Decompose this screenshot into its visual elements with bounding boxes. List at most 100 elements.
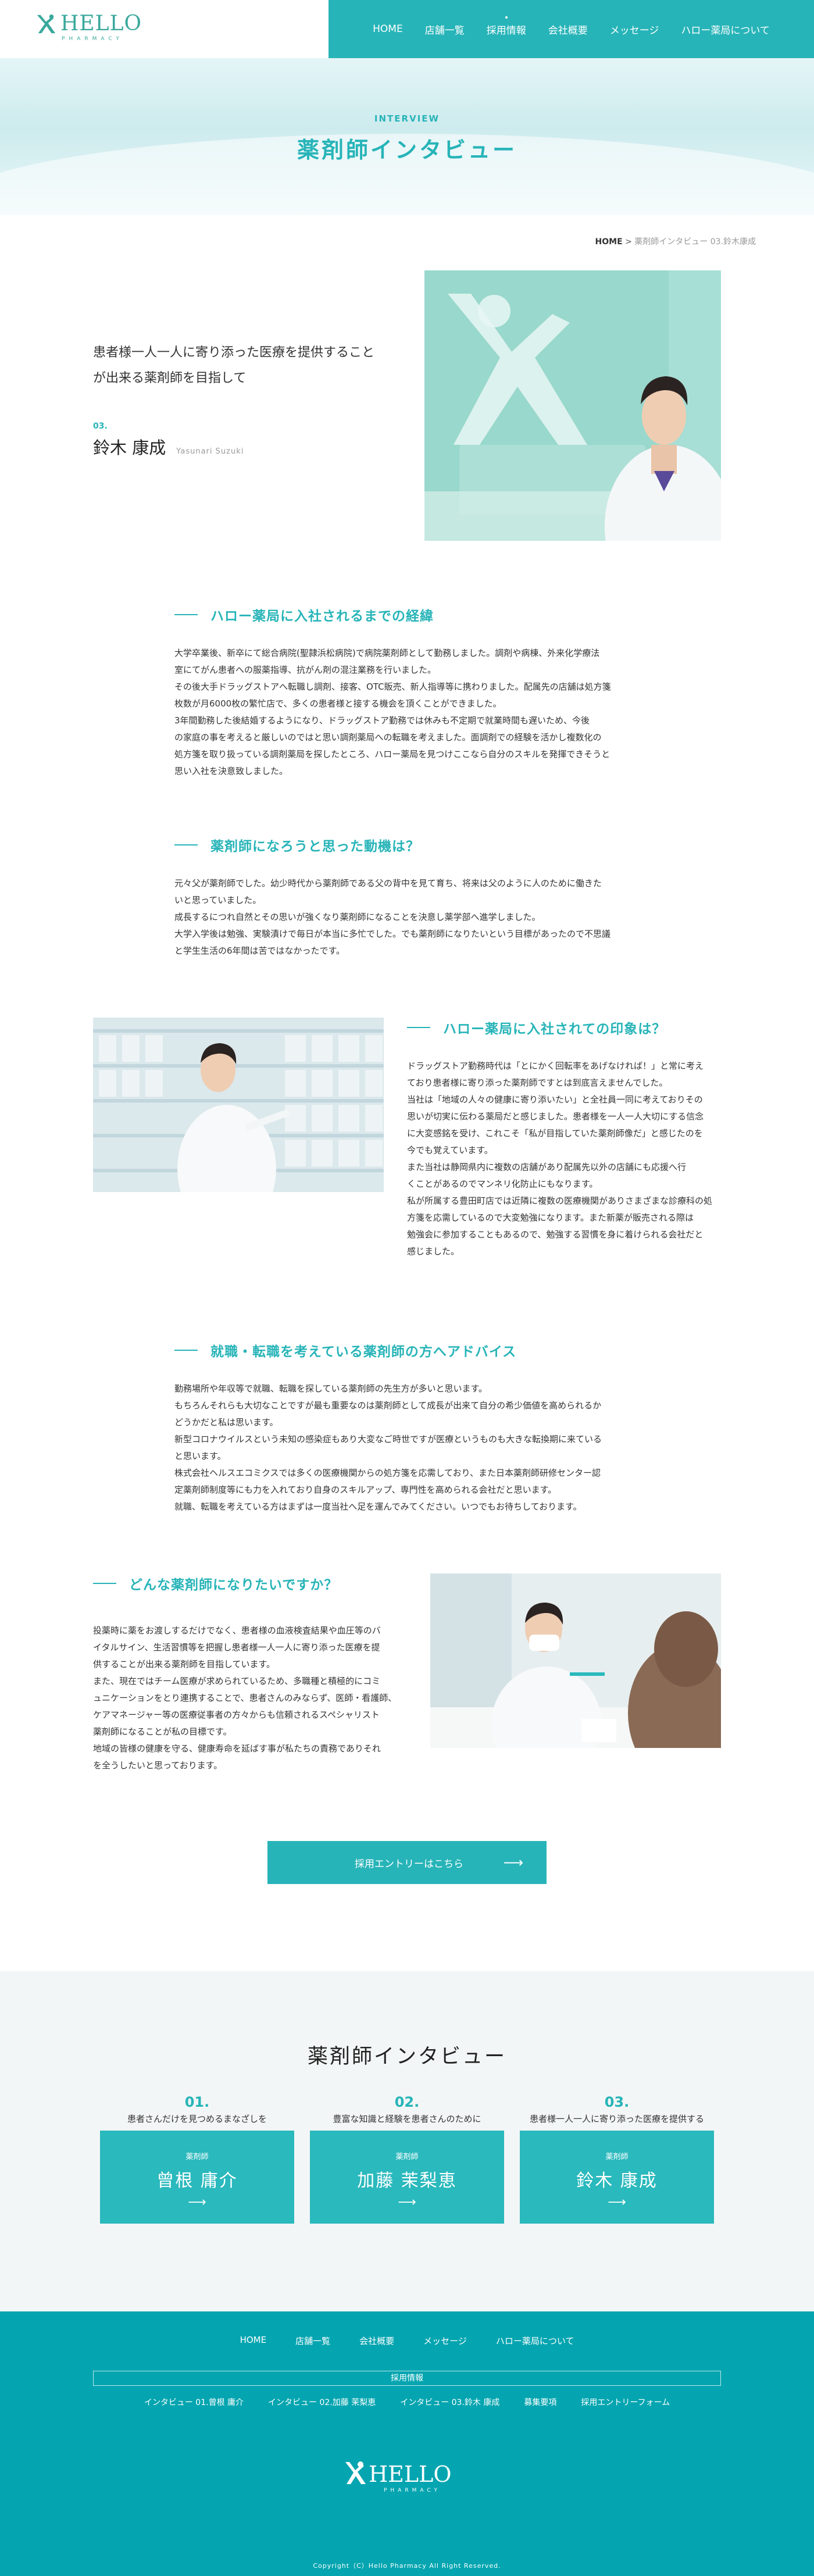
profile-text: 患者様一人一人に寄り添った医療を提供すること が出来る薬剤師を目指して 03. … bbox=[93, 340, 419, 459]
interview-list-title: 薬剤師インタビュー bbox=[307, 2045, 506, 2068]
interview-card: 02. 豊富な知識と経験を患者さんのために 薬剤師 加藤 茉梨恵 ⟶ bbox=[310, 2094, 504, 2224]
footer-link-requirements[interactable]: 募集要項 bbox=[512, 2396, 569, 2408]
cta-wrap: 採用エントリーはこちら ⟶ bbox=[0, 1841, 814, 1884]
section-body: 元々父が薬剤師でした。幼少時代から薬剤師である父の背中を見て育ち、将来は父のよう… bbox=[174, 878, 611, 956]
card-name: 曾根 庸介 bbox=[156, 2171, 238, 2191]
logo: HELLO bbox=[35, 13, 142, 35]
section-text: どんな薬剤師になりたいですか？ 投薬時に薬をお渡しするだけでなく、患者様の血液検… bbox=[93, 1574, 407, 1774]
main-nav: HOME 店舗一覧 採用情報 会社概要 メッセージ ハロー薬局について bbox=[329, 0, 814, 58]
section-career: ハロー薬局に入社されるまでの経緯 大学卒業後、新卒にて総合病院(聖隷浜松病院)で… bbox=[0, 605, 814, 780]
section-heading: 就職・転職を考えている薬剤師の方へアドバイス bbox=[174, 1340, 814, 1360]
entry-button[interactable]: 採用エントリーはこちら ⟶ bbox=[267, 1841, 547, 1884]
interview-cards: 01. 患者さんだけを見つめるまなざしを 薬剤師 曾根 庸介 ⟶ 02. 豊富な… bbox=[0, 2094, 814, 2224]
counseling-photo bbox=[430, 1574, 721, 1748]
pharmacist-at-shelves-photo bbox=[93, 1018, 384, 1192]
section-text: ハロー薬局に入社されての印象は？ ドラッグストア勤務時代は「とにかく回転率をあげ… bbox=[407, 1018, 721, 1260]
page-title: 薬剤師インタビュー bbox=[297, 137, 517, 163]
card-caption: 患者さんだけを見つめるまなざしを bbox=[127, 2114, 267, 2124]
profile-number: 03. bbox=[93, 422, 108, 431]
footer-nav-message[interactable]: メッセージ bbox=[409, 2335, 481, 2347]
section-title: 就職・転職を考えている薬剤師の方へアドバイス bbox=[210, 1344, 517, 1360]
section-title: ハロー薬局に入社されるまでの経緯 bbox=[210, 609, 434, 624]
card-name: 鈴木 康成 bbox=[576, 2171, 658, 2191]
heading-dash bbox=[174, 614, 198, 615]
card-name: 加藤 茉梨恵 bbox=[357, 2171, 457, 2191]
section-heading: ハロー薬局に入社されるまでの経緯 bbox=[174, 605, 814, 625]
heading-dash bbox=[407, 1027, 430, 1028]
section-heading: どんな薬剤師になりたいですか？ bbox=[93, 1574, 407, 1593]
nav-recruit[interactable]: 採用情報 bbox=[476, 16, 537, 37]
profile-section: 患者様一人一人に寄り添った医療を提供すること が出来る薬剤師を目指して 03. … bbox=[0, 270, 814, 541]
heading-dash bbox=[93, 1583, 116, 1584]
section-impression: ハロー薬局に入社されての印象は？ ドラッグストア勤務時代は「とにかく回転率をあげ… bbox=[0, 1018, 814, 1285]
nav-company[interactable]: 会社概要 bbox=[537, 22, 599, 37]
footer-recruit-nav: インタビュー 01.曾根 庸介 インタビュー 02.加藤 茉梨恵 インタビュー … bbox=[0, 2396, 814, 2408]
card-role: 薬剤師 bbox=[185, 2153, 209, 2161]
section-goal: どんな薬剤師になりたいですか？ 投薬時に薬をお渡しするだけでなく、患者様の血液検… bbox=[0, 1574, 814, 1771]
logo-link[interactable]: HELLO PHARMACY bbox=[35, 13, 142, 42]
section-title: 薬剤師になろうと思った動機は？ bbox=[210, 839, 420, 854]
section-heading: ハロー薬局に入社されての印象は？ bbox=[407, 1018, 721, 1037]
section-heading: 薬剤師になろうと思った動機は？ bbox=[174, 835, 814, 855]
card-number: 03. bbox=[604, 2094, 630, 2110]
breadcrumb-current: 薬剤師インタビュー 03.鈴木康成 bbox=[634, 237, 756, 247]
hero-kicker: INTERVIEW bbox=[374, 113, 440, 124]
nav-home[interactable]: HOME bbox=[362, 23, 414, 35]
logo-figure-icon bbox=[37, 14, 56, 34]
nav-stores[interactable]: 店舗一覧 bbox=[414, 22, 476, 37]
interview-card: 01. 患者さんだけを見つめるまなざしを 薬剤師 曾根 庸介 ⟶ bbox=[100, 2094, 294, 2224]
site-footer: HOME 店舗一覧 会社概要 メッセージ ハロー薬局について 採用情報 インタビ… bbox=[0, 2311, 814, 2576]
footer-link-interview-03[interactable]: インタビュー 03.鈴木 康成 bbox=[388, 2396, 512, 2408]
arrow-right-icon: ⟶ bbox=[398, 2195, 416, 2210]
footer-link-interview-01[interactable]: インタビュー 01.曾根 庸介 bbox=[132, 2396, 256, 2408]
card-number: 02. bbox=[394, 2094, 420, 2110]
interview-card-link[interactable]: 薬剤師 曾根 庸介 ⟶ bbox=[100, 2131, 294, 2224]
interview-card-link[interactable]: 薬剤師 加藤 茉梨恵 ⟶ bbox=[310, 2131, 504, 2224]
section-body: 勤務場所や年収等で就職、転職を探している薬剤師の先生方が多いと思います。 もちろ… bbox=[174, 1383, 602, 1512]
card-role: 薬剤師 bbox=[395, 2153, 419, 2161]
logo-subtitle: PHARMACY bbox=[62, 36, 123, 42]
profile-name-english: Yasunari Suzuki bbox=[176, 447, 244, 456]
footer-logo-subtitle: PHARMACY bbox=[384, 2488, 441, 2493]
profile-name: 鈴木 康成 bbox=[93, 438, 166, 458]
footer-nav-company[interactable]: 会社概要 bbox=[345, 2335, 409, 2347]
footer-nav-home[interactable]: HOME bbox=[226, 2335, 281, 2347]
copyright: Copyright（C）Hello Pharmacy All Right Res… bbox=[313, 2562, 501, 2570]
footer-nav-about[interactable]: ハロー薬局について bbox=[481, 2335, 589, 2347]
pharmacy-shelf-photo bbox=[93, 1018, 384, 1192]
profile-lead-line-1: 患者様一人一人に寄り添った医療を提供すること bbox=[93, 345, 375, 360]
breadcrumb-separator: > bbox=[625, 237, 632, 247]
profile-photo bbox=[424, 270, 721, 541]
card-role: 薬剤師 bbox=[605, 2153, 629, 2161]
pharmacist-consultation-photo bbox=[430, 1574, 721, 1748]
card-caption: 豊富な知識と経験を患者さんのために bbox=[333, 2114, 481, 2124]
interview-card: 03. 患者様一人一人に寄り添った医療を提供する 薬剤師 鈴木 康成 ⟶ bbox=[520, 2094, 714, 2224]
arrow-right-icon: ⟶ bbox=[188, 2195, 206, 2210]
section-title: ハロー薬局に入社されての印象は？ bbox=[443, 1022, 666, 1037]
section-body: ドラッグストア勤務時代は「とにかく回転率をあげなければ！」と常に考え ており患者… bbox=[407, 1061, 713, 1257]
heading-dash bbox=[174, 844, 198, 845]
nav-message[interactable]: メッセージ bbox=[599, 22, 670, 37]
heading-dash bbox=[174, 1350, 198, 1351]
footer-recruit-link[interactable]: 採用情報 bbox=[93, 2371, 721, 2386]
nav-about[interactable]: ハロー薬局について bbox=[670, 22, 781, 37]
logo-wordmark: HELLO bbox=[60, 12, 142, 35]
hero-banner: INTERVIEW 薬剤師インタビュー bbox=[0, 58, 814, 215]
interview-card-link[interactable]: 薬剤師 鈴木 康成 ⟶ bbox=[520, 2131, 714, 2224]
breadcrumb-home[interactable]: HOME bbox=[595, 237, 623, 247]
profile-name-row: 鈴木 康成 Yasunari Suzuki bbox=[93, 434, 419, 459]
section-advice: 就職・転職を考えている薬剤師の方へアドバイス 勤務場所や年収等で就職、転職を探し… bbox=[0, 1340, 814, 1515]
footer-link-interview-02[interactable]: インタビュー 02.加藤 茉梨恵 bbox=[256, 2396, 388, 2408]
section-body: 投薬時に薬をお渡しするだけでなく、患者様の血液検査結果や血圧等のバ イタルサイン… bbox=[93, 1625, 397, 1771]
site-header: HELLO PHARMACY HOME 店舗一覧 採用情報 会社概要 メッセージ… bbox=[0, 0, 814, 58]
card-number: 01. bbox=[184, 2094, 210, 2110]
footer-link-entry-form[interactable]: 採用エントリーフォーム bbox=[569, 2396, 682, 2408]
entry-button-label: 採用エントリーはこちら bbox=[355, 1858, 463, 1870]
section-motivation: 薬剤師になろうと思った動機は？ 元々父が薬剤師でした。幼少時代から薬剤師である父… bbox=[0, 835, 814, 959]
profile-lead-line-2: が出来る薬剤師を目指して bbox=[93, 371, 247, 386]
footer-nav-stores[interactable]: 店舗一覧 bbox=[281, 2335, 345, 2347]
arrow-right-icon: ⟶ bbox=[503, 1854, 523, 1871]
profile-lead: 患者様一人一人に寄り添った医療を提供すること が出来る薬剤師を目指して bbox=[93, 340, 419, 391]
section-body: 大学卒業後、新卒にて総合病院(聖隷浜松病院)で病院薬剤師として勤務しました。調剤… bbox=[174, 648, 611, 776]
breadcrumb: HOME > 薬剤師インタビュー 03.鈴木康成 bbox=[0, 215, 814, 247]
